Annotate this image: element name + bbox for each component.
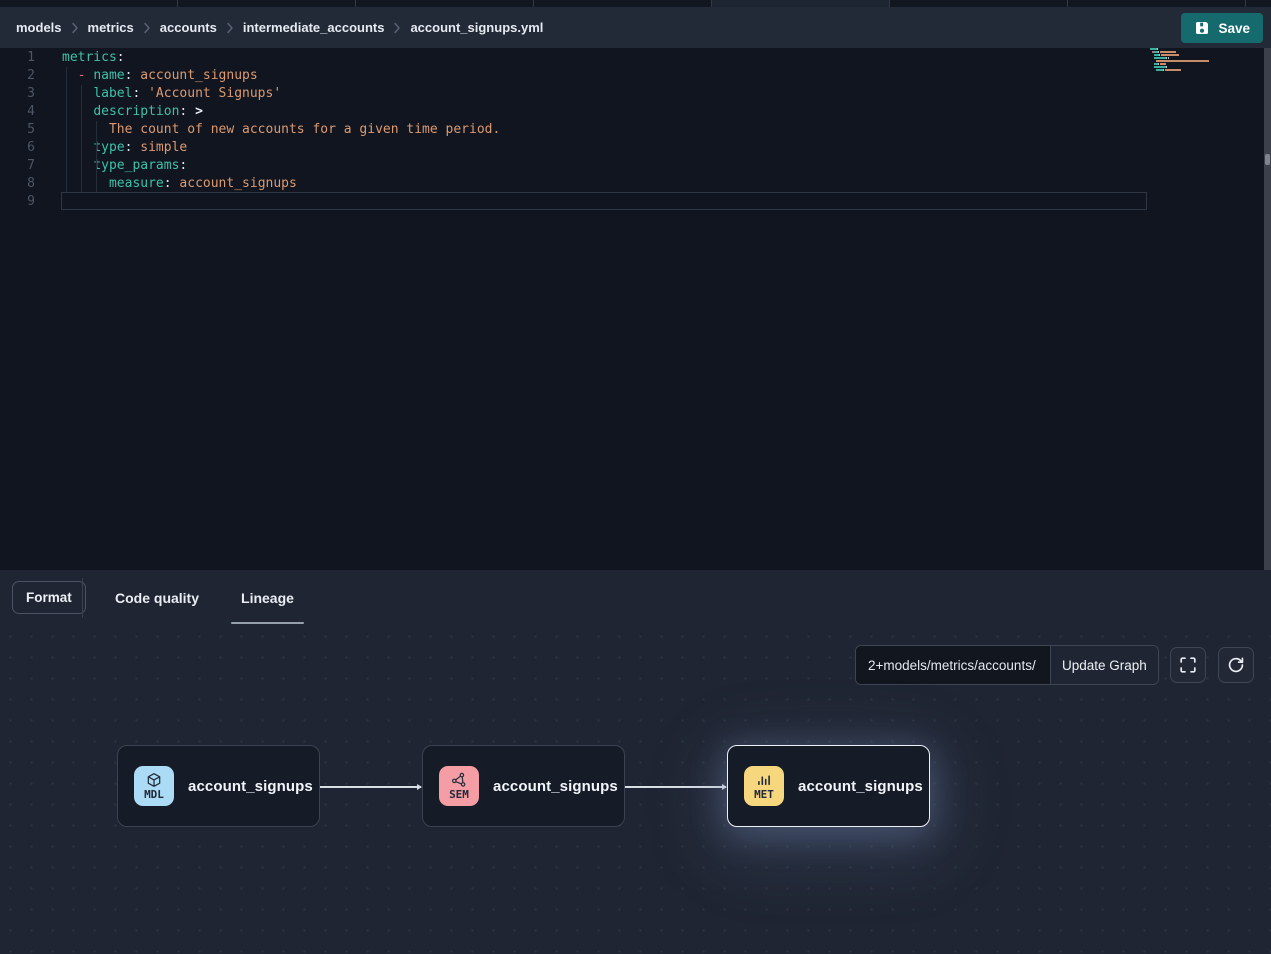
save-button[interactable]: Save — [1181, 13, 1263, 43]
badge-label: MET — [754, 789, 774, 800]
code-text: description: > — [50, 103, 203, 121]
lineage-edge — [625, 786, 726, 788]
code-line-3: 3 label: 'Account Signups' — [0, 85, 1271, 103]
minimap-line — [1150, 60, 1214, 62]
code-line-5: 5 The count of new accounts for a given … — [0, 121, 1271, 139]
line-number: 4 — [0, 103, 50, 121]
minimap-line — [1150, 66, 1214, 68]
window-tab-1[interactable] — [0, 0, 178, 7]
format-button[interactable]: Format — [12, 581, 86, 614]
window-tab-5[interactable] — [712, 0, 890, 7]
panel-tab-bar: Format Code quality Lineage — [0, 570, 1271, 626]
code-line-7: 7 type_params: — [0, 157, 1271, 175]
code-text: - name: account_signups — [50, 67, 258, 85]
code-line-1: 1metrics: — [0, 49, 1271, 67]
chevron-right-icon — [226, 22, 234, 34]
window-tab-6[interactable] — [890, 0, 1068, 7]
code-text: type_params: — [50, 157, 187, 175]
current-line-highlight — [61, 192, 1147, 210]
window-tab-4[interactable] — [534, 0, 712, 7]
line-number: 2 — [0, 67, 50, 85]
window-tab-3[interactable] — [356, 0, 534, 7]
lineage-node-mdl[interactable]: MDL account_signups — [117, 745, 320, 827]
minimap-line — [1150, 63, 1214, 65]
refresh-button[interactable] — [1218, 647, 1254, 683]
node-badge-met: MET — [744, 766, 784, 806]
window-tab-strip-spacer — [1246, 0, 1271, 7]
lineage-canvas[interactable]: Update Graph MDL account_signups SEM accoun… — [0, 626, 1271, 954]
minimap-line — [1150, 48, 1214, 50]
code-text: metrics: — [50, 49, 125, 67]
code-text: The count of new accounts for a given ti… — [50, 121, 500, 139]
line-number: 8 — [0, 175, 50, 193]
lineage-node-met[interactable]: MET account_signups — [727, 745, 930, 827]
ide-window: models metrics accounts intermediate_accoun… — [0, 0, 1271, 954]
bar-chart-icon — [756, 772, 772, 788]
badge-label: MDL — [144, 789, 164, 800]
code-line-2: 2 - name: account_signups — [0, 67, 1271, 85]
code-line-4: 4 description: > — [0, 103, 1271, 121]
refresh-icon — [1227, 656, 1245, 674]
minimap[interactable] — [1150, 48, 1214, 75]
lineage-selector-group: Update Graph — [855, 645, 1159, 685]
minimap-line — [1150, 69, 1214, 71]
code-line-8: 8 measure: account_signups — [0, 175, 1271, 193]
window-tab-strip — [0, 0, 1271, 7]
node-label: account_signups — [798, 778, 923, 795]
network-icon — [451, 772, 467, 788]
breadcrumb-item-account-signups-yml[interactable]: account_signups.yml — [410, 20, 543, 35]
breadcrumb-item-models[interactable]: models — [16, 20, 62, 35]
node-badge-mdl: MDL — [134, 766, 174, 806]
bottom-panel: Format Code quality Lineage Update Graph — [0, 570, 1271, 954]
chevron-right-icon — [143, 22, 151, 34]
fullscreen-icon — [1179, 656, 1197, 674]
breadcrumb-item-metrics[interactable]: metrics — [88, 20, 134, 35]
line-number: 9 — [0, 193, 50, 211]
line-number: 5 — [0, 121, 50, 139]
cube-icon — [146, 772, 162, 788]
node-label: account_signups — [188, 778, 313, 795]
minimap-line — [1150, 51, 1214, 53]
update-graph-button[interactable]: Update Graph — [1050, 646, 1158, 684]
line-number: 1 — [0, 49, 50, 67]
lineage-selector-input[interactable] — [856, 646, 1050, 684]
minimap-line — [1150, 57, 1214, 59]
minimap-line — [1150, 72, 1214, 74]
minimap-line — [1150, 54, 1214, 56]
indent-guide — [81, 85, 82, 192]
chevron-right-icon — [393, 22, 401, 34]
code-lines: 1metrics:2 - name: account_signups3 labe… — [0, 49, 1271, 211]
code-text: type: simple — [50, 139, 187, 157]
code-line-6: 6 type: simple — [0, 139, 1271, 157]
breadcrumb-item-accounts[interactable]: accounts — [160, 20, 217, 35]
tab-bar-divider — [82, 578, 83, 618]
line-number: 7 — [0, 157, 50, 175]
chevron-right-icon — [71, 22, 79, 34]
breadcrumb-bar: models metrics accounts intermediate_accoun… — [0, 7, 1271, 48]
breadcrumb: models metrics accounts intermediate_accoun… — [16, 20, 552, 35]
tab-lineage[interactable]: Lineage — [231, 570, 304, 626]
node-label: account_signups — [493, 778, 618, 795]
breadcrumb-item-intermediate-accounts[interactable]: intermediate_accounts — [243, 20, 385, 35]
editor-scrollbar[interactable] — [1264, 48, 1271, 570]
indent-guide — [66, 67, 67, 192]
badge-label: SEM — [449, 789, 469, 800]
code-text: measure: account_signups — [50, 175, 297, 193]
window-tab-7[interactable] — [1068, 0, 1246, 7]
panel-tabs: Code quality Lineage — [105, 570, 304, 626]
save-icon — [1194, 20, 1210, 36]
lineage-node-sem[interactable]: SEM account_signups — [422, 745, 625, 827]
save-label: Save — [1218, 21, 1250, 36]
lineage-edge — [320, 786, 421, 788]
line-number: 3 — [0, 85, 50, 103]
node-badge-sem: SEM — [439, 766, 479, 806]
tab-code-quality[interactable]: Code quality — [105, 570, 209, 626]
indent-guide — [96, 121, 97, 192]
fullscreen-button[interactable] — [1170, 647, 1206, 683]
code-text: label: 'Account Signups' — [50, 85, 281, 103]
window-tab-2[interactable] — [178, 0, 356, 7]
scrollbar-thumb[interactable] — [1265, 154, 1270, 165]
code-editor[interactable]: 1metrics:2 - name: account_signups3 labe… — [0, 48, 1271, 570]
line-number: 6 — [0, 139, 50, 157]
